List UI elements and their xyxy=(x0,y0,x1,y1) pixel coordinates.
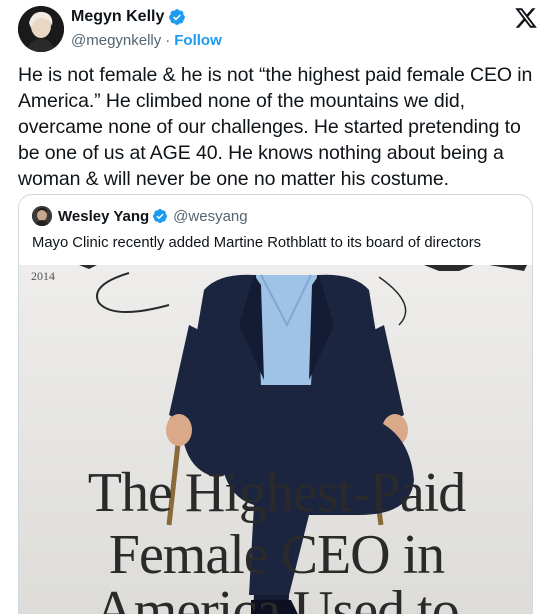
author-name[interactable]: Megyn Kelly xyxy=(71,8,164,26)
magazine-headline-line-3: America Used to xyxy=(94,580,459,614)
author-avatar[interactable] xyxy=(18,6,64,52)
quoted-tweet-card[interactable]: Wesley Yang @wesyang Mayo Clinic recentl… xyxy=(18,194,533,614)
magazine-headline-line-2: Female CEO in xyxy=(108,524,445,586)
tweet-header: Megyn Kelly @megynkelly · Follow xyxy=(18,6,538,52)
quoted-author-name[interactable]: Wesley Yang xyxy=(58,208,149,225)
tweet-text: He is not female & he is not “the highes… xyxy=(18,64,533,190)
magazine-headline-line-1: The Highest-Paid xyxy=(87,462,466,524)
quoted-tweet-image[interactable]: 2014 The Highest-Paid Female CEO in Amer… xyxy=(19,265,532,614)
verified-badge-icon xyxy=(153,209,168,223)
quoted-author-avatar[interactable] xyxy=(32,206,52,226)
separator-dot: · xyxy=(165,32,171,49)
author-info: Megyn Kelly @megynkelly · Follow xyxy=(71,7,222,49)
verified-badge-icon xyxy=(169,9,186,25)
author-handle[interactable]: @megynkelly xyxy=(71,32,161,49)
follow-button[interactable]: Follow xyxy=(174,32,222,49)
x-logo-icon[interactable] xyxy=(514,6,538,30)
quoted-tweet-header: Wesley Yang @wesyang xyxy=(32,205,248,227)
quoted-tweet-text: Mayo Clinic recently added Martine Rothb… xyxy=(32,235,482,251)
magazine-year-label: 2014 xyxy=(31,269,55,283)
quoted-author-handle[interactable]: @wesyang xyxy=(173,208,247,225)
